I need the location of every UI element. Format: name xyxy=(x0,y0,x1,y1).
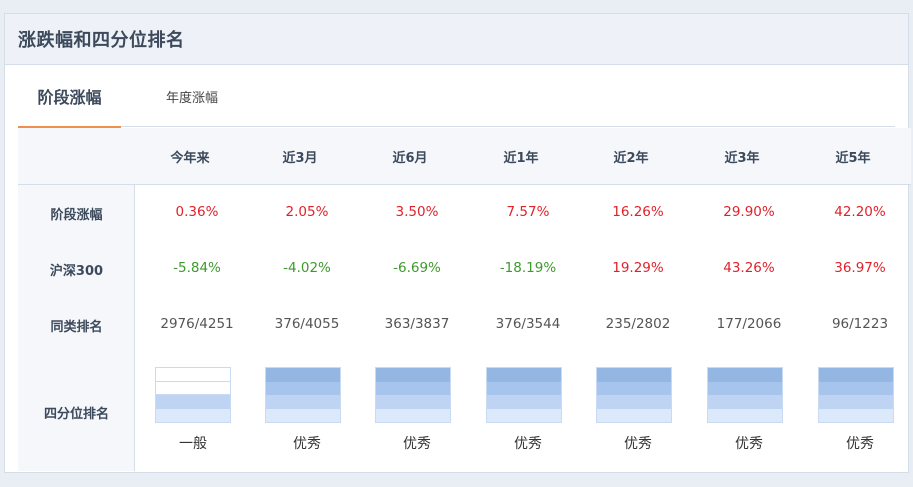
row-label-peer-rank: 同类排名 xyxy=(50,320,103,335)
panel-header: 涨跌幅和四分位排名 xyxy=(5,14,908,65)
quartile-bar xyxy=(707,367,783,423)
tab-annual-return-label: 年度涨幅 xyxy=(166,90,219,106)
hs300-cell: -6.69% xyxy=(393,260,441,276)
quartile-text: 优秀 xyxy=(846,436,874,452)
quartile-bar xyxy=(375,367,451,423)
quartile-text: 优秀 xyxy=(403,436,431,452)
quartile-segment xyxy=(376,368,450,382)
quartile-bar xyxy=(596,367,672,423)
column-header: 近6月 xyxy=(392,151,428,166)
quartile-segment xyxy=(819,368,893,382)
quartile-segment xyxy=(487,395,561,409)
quartile-bar xyxy=(486,367,562,423)
panel-title: 涨跌幅和四分位排名 xyxy=(18,30,185,51)
stage-return-cell: 42.20% xyxy=(834,204,886,220)
quartile-segment xyxy=(487,408,561,422)
peer-rank-cell: 363/3837 xyxy=(384,316,450,332)
quartile-segment xyxy=(266,408,340,422)
stage-return-cell: 7.57% xyxy=(506,204,550,220)
tab-stage-return[interactable]: 阶段涨幅 xyxy=(18,65,121,128)
stage-return-cell: 3.50% xyxy=(395,204,439,220)
quartile-segment xyxy=(156,381,230,395)
performance-panel: 涨跌幅和四分位排名 阶段涨幅 年度涨幅 今年来 近3月 近6月 近1年 近2年 … xyxy=(4,13,911,473)
quartile-segment xyxy=(266,368,340,382)
quartile-segment xyxy=(266,395,340,409)
quartile-segment xyxy=(156,395,230,409)
quartile-segment xyxy=(376,408,450,422)
hs300-cell: 43.26% xyxy=(723,260,775,276)
row-label-stage-return: 阶段涨幅 xyxy=(50,208,103,223)
column-header: 近2年 xyxy=(613,151,649,166)
peer-rank-cell: 376/3544 xyxy=(495,316,561,332)
stage-return-cell: 0.36% xyxy=(175,204,219,220)
quartile-segment xyxy=(597,381,671,395)
peer-rank-cell: 376/4055 xyxy=(274,316,340,332)
stage-return-cell: 16.26% xyxy=(612,204,664,220)
quartile-bar xyxy=(155,367,231,423)
table-header-row: 今年来 近3月 近6月 近1年 近2年 近3年 近5年 xyxy=(18,128,911,185)
hs300-cell: 36.97% xyxy=(834,260,886,276)
quartile-segment xyxy=(156,408,230,422)
quartile-segment xyxy=(266,381,340,395)
quartile-bar xyxy=(818,367,894,423)
tab-stage-return-label: 阶段涨幅 xyxy=(37,88,102,107)
column-header: 近1年 xyxy=(503,151,539,166)
peer-rank-cell: 235/2802 xyxy=(605,316,671,332)
hs300-cell: -4.02% xyxy=(283,260,331,276)
row-label-quartile: 四分位排名 xyxy=(43,407,109,422)
quartile-text: 优秀 xyxy=(735,436,763,452)
hs300-cell: 19.29% xyxy=(612,260,664,276)
quartile-segment xyxy=(597,408,671,422)
quartile-segment xyxy=(708,395,782,409)
quartile-segment xyxy=(708,381,782,395)
column-header: 近3年 xyxy=(724,151,760,166)
quartile-text: 优秀 xyxy=(514,436,542,452)
row-label-hs300: 沪深300 xyxy=(49,264,104,279)
peer-rank-cell: 2976/4251 xyxy=(160,316,234,332)
performance-table: 今年来 近3月 近6月 近1年 近2年 近3年 近5年 阶段涨幅 沪深300 同… xyxy=(18,128,911,471)
quartile-segment xyxy=(487,368,561,382)
stage-return-cell: 29.90% xyxy=(723,204,775,220)
quartile-segment xyxy=(708,408,782,422)
column-header: 近5年 xyxy=(835,151,871,166)
quartile-text: 优秀 xyxy=(293,436,321,452)
quartile-segment xyxy=(487,381,561,395)
table-body: 阶段涨幅 沪深300 同类排名 四分位排名 0.36% 2.05% 3.50% … xyxy=(18,185,911,471)
column-header: 近3月 xyxy=(282,151,318,166)
hs300-cell: -5.84% xyxy=(173,260,221,276)
quartile-segment xyxy=(376,395,450,409)
hs300-cell: -18.19% xyxy=(499,260,557,276)
quartile-segment xyxy=(819,395,893,409)
row-label-column: 阶段涨幅 沪深300 同类排名 四分位排名 xyxy=(18,185,135,471)
quartile-segment xyxy=(819,408,893,422)
quartile-text: 一般 xyxy=(179,436,207,452)
peer-rank-cell: 177/2066 xyxy=(716,316,782,332)
quartile-segment xyxy=(819,381,893,395)
quartile-bar xyxy=(265,367,341,423)
quartile-segment xyxy=(597,368,671,382)
quartile-segment xyxy=(156,368,230,382)
quartile-segment xyxy=(597,395,671,409)
peer-rank-cell: 96/1223 xyxy=(831,316,889,332)
tab-bar: 阶段涨幅 年度涨幅 xyxy=(18,65,895,128)
column-header: 今年来 xyxy=(170,151,210,166)
quartile-segment xyxy=(708,368,782,382)
quartile-text: 优秀 xyxy=(624,436,652,452)
stage-return-cell: 2.05% xyxy=(285,204,329,220)
quartile-segment xyxy=(376,381,450,395)
tab-annual-return[interactable]: 年度涨幅 xyxy=(166,65,218,127)
